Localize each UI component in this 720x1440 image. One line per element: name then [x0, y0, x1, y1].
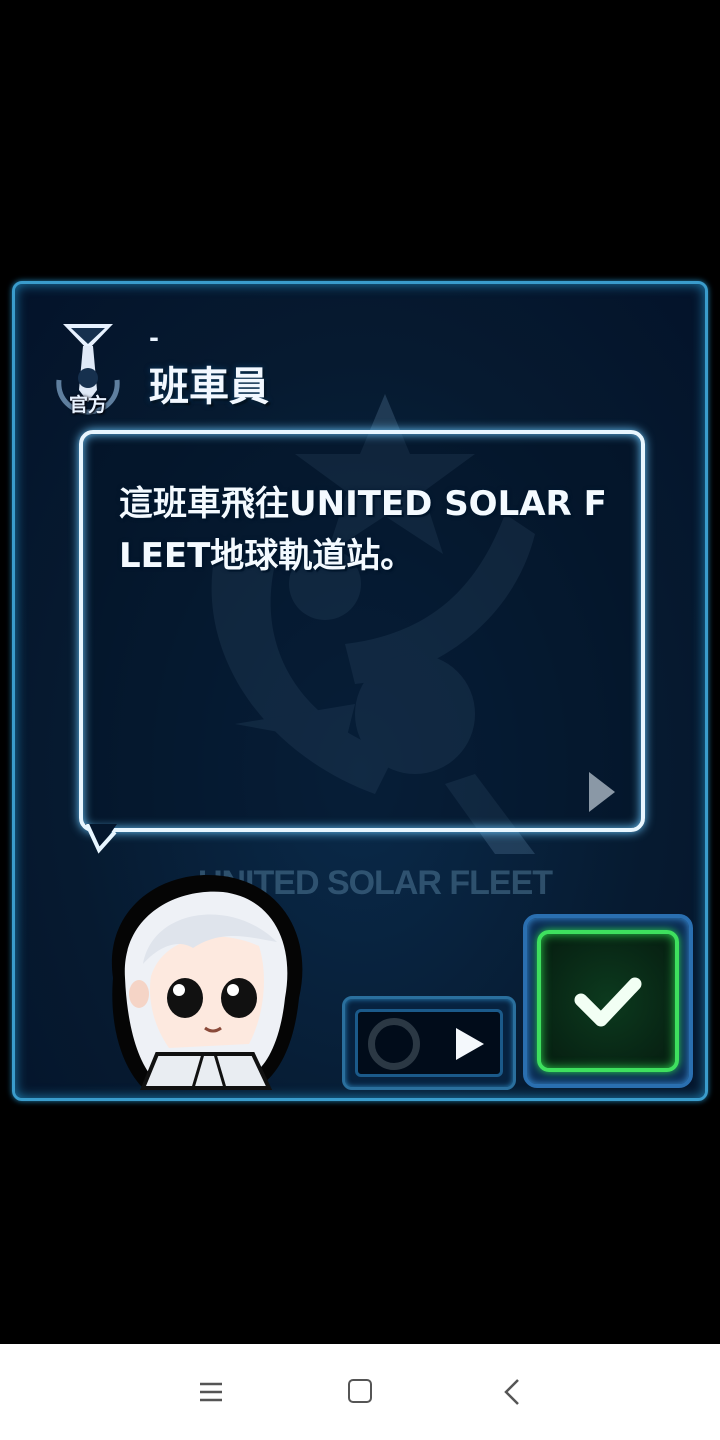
- confirm-inner: [537, 930, 679, 1072]
- game-screen: UNITED SOLAR FLEET 官方 - 班車員 這班車飛往UNITED …: [0, 0, 720, 1440]
- play-icon: [456, 1028, 484, 1060]
- auto-play-button[interactable]: [342, 996, 516, 1090]
- back-icon[interactable]: [502, 1378, 522, 1406]
- speaker-title: -: [149, 324, 159, 352]
- auto-play-inner: [355, 1009, 503, 1077]
- dialog-panel: UNITED SOLAR FLEET 官方 - 班車員 這班車飛往UNITED …: [12, 281, 708, 1101]
- dialog-message: 這班車飛往UNITED SOLAR FLEET地球軌道站。: [119, 484, 607, 576]
- speaker-name: 班車員: [149, 364, 269, 410]
- next-arrow-icon[interactable]: [587, 770, 617, 814]
- menu-icon[interactable]: [198, 1380, 224, 1404]
- character-avatar: [111, 874, 303, 1090]
- badge-label: 官方: [69, 394, 108, 416]
- confirm-button[interactable]: [523, 914, 693, 1088]
- auto-circle-icon: [368, 1018, 420, 1070]
- speech-bubble[interactable]: 這班車飛往UNITED SOLAR FLEET地球軌道站。: [79, 430, 645, 832]
- check-icon: [574, 977, 642, 1027]
- bubble-tail: [85, 824, 117, 854]
- system-nav-bar: [0, 1344, 720, 1440]
- home-icon[interactable]: [348, 1379, 372, 1403]
